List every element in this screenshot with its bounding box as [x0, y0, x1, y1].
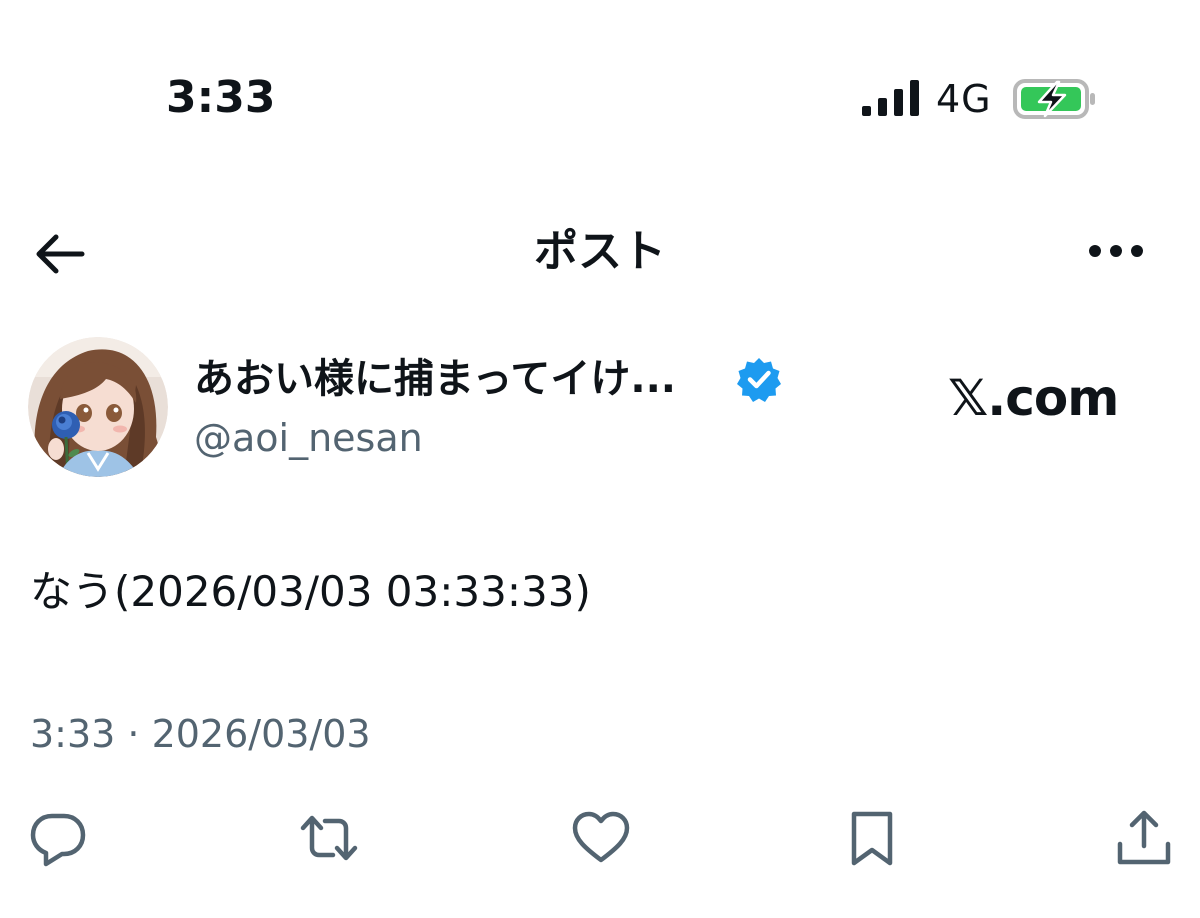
verified-badge-icon — [737, 358, 781, 402]
reply-button[interactable] — [28, 808, 88, 868]
author-handle[interactable]: @aoi_nesan — [194, 412, 423, 464]
avatar[interactable] — [28, 337, 168, 477]
bookmark-icon — [851, 811, 893, 866]
cellular-signal-icon — [862, 80, 919, 116]
share-button[interactable] — [1114, 808, 1174, 868]
more-options-icon[interactable] — [1086, 236, 1146, 266]
post-text: なう(2026/03/03 03:33:33) — [30, 567, 591, 616]
repost-icon — [300, 815, 358, 861]
page-title: ポスト — [534, 226, 666, 277]
status-time: 3:33 — [166, 72, 276, 123]
share-icon — [1117, 810, 1171, 865]
network-type: 4G — [936, 77, 992, 121]
reply-icon — [30, 813, 86, 867]
like-button[interactable] — [571, 808, 631, 868]
bookmark-button[interactable] — [842, 808, 902, 868]
x-com-watermark: 𝕏.com — [948, 369, 1119, 427]
battery-charging-icon — [1013, 79, 1095, 119]
tweet-detail-screen: 3:33 4G ポスト あおい様に捕まってイけ... @aoi_nesan 𝕏.… — [0, 0, 1200, 918]
post-timestamp[interactable]: 3:33 · 2026/03/03 — [30, 708, 371, 760]
like-icon — [572, 811, 630, 863]
repost-button[interactable] — [299, 808, 359, 868]
author-display-name[interactable]: あおい様に捕まってイけ... — [194, 352, 676, 406]
